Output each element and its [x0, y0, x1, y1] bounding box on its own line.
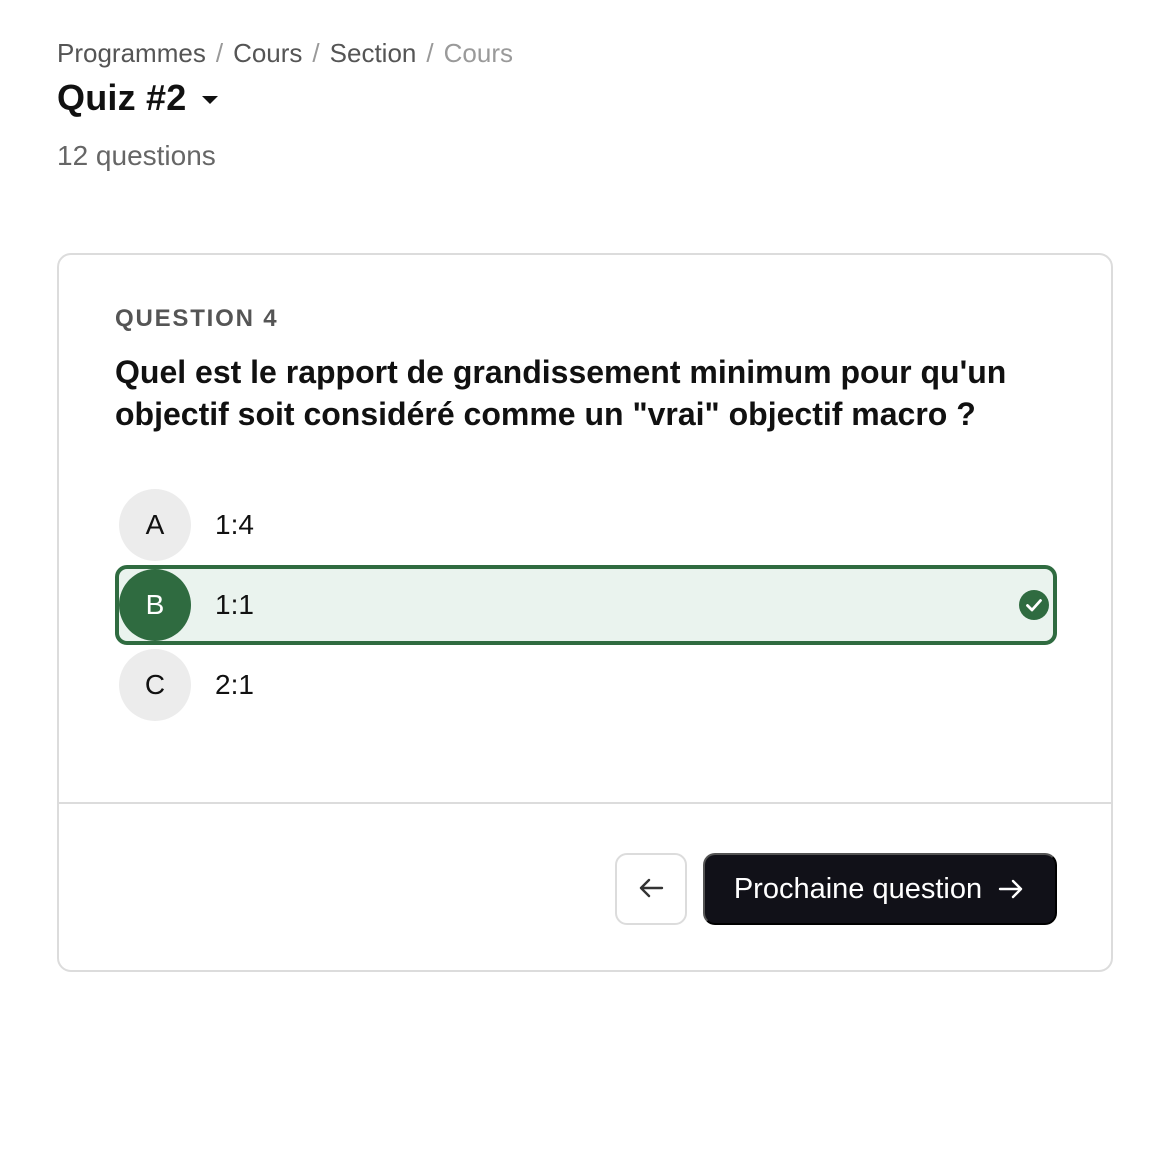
option-letter: B	[119, 569, 191, 641]
quiz-selector[interactable]: Quiz #2	[57, 76, 219, 120]
option-value: 1:4	[215, 509, 254, 540]
question-number: QUESTION 4	[115, 305, 279, 332]
card-divider	[59, 802, 1111, 804]
answer-option-b[interactable]: B 1:1	[115, 565, 1057, 645]
question-count: 12 questions	[57, 140, 216, 171]
answer-option-a[interactable]: A 1:4	[115, 485, 1057, 565]
option-value: 1:1	[215, 589, 254, 620]
previous-question-button[interactable]	[615, 853, 687, 925]
caret-down-icon	[202, 96, 219, 104]
arrow-left-icon	[636, 876, 666, 903]
breadcrumb-section[interactable]: Section	[330, 38, 417, 69]
check-circle-icon	[1019, 590, 1049, 620]
arrow-right-icon	[996, 877, 1026, 901]
answer-options: A 1:4 B 1:1 C 2:1	[115, 485, 1057, 725]
next-question-label: Prochaine question	[733, 872, 983, 905]
breadcrumb-programmes[interactable]: Programmes	[57, 38, 206, 69]
question-text: Quel est le rapport de grandissement min…	[115, 354, 1007, 432]
breadcrumb-separator: /	[215, 37, 224, 68]
option-letter: C	[119, 649, 191, 721]
next-question-button[interactable]: Prochaine question	[703, 853, 1057, 925]
breadcrumb-separator: /	[426, 37, 434, 68]
question-card: QUESTION 4 Quel est le rapport de grandi…	[57, 253, 1113, 972]
breadcrumb: Programmes / Cours / Section / Cours	[57, 36, 513, 70]
option-letter: A	[119, 489, 191, 561]
option-value: 2:1	[215, 669, 254, 700]
page-title: Quiz #2	[57, 77, 187, 118]
breadcrumb-cours[interactable]: Cours	[233, 38, 302, 69]
breadcrumb-current: Cours	[443, 37, 513, 68]
breadcrumb-separator: /	[312, 37, 320, 68]
answer-option-c[interactable]: C 2:1	[115, 645, 1057, 725]
